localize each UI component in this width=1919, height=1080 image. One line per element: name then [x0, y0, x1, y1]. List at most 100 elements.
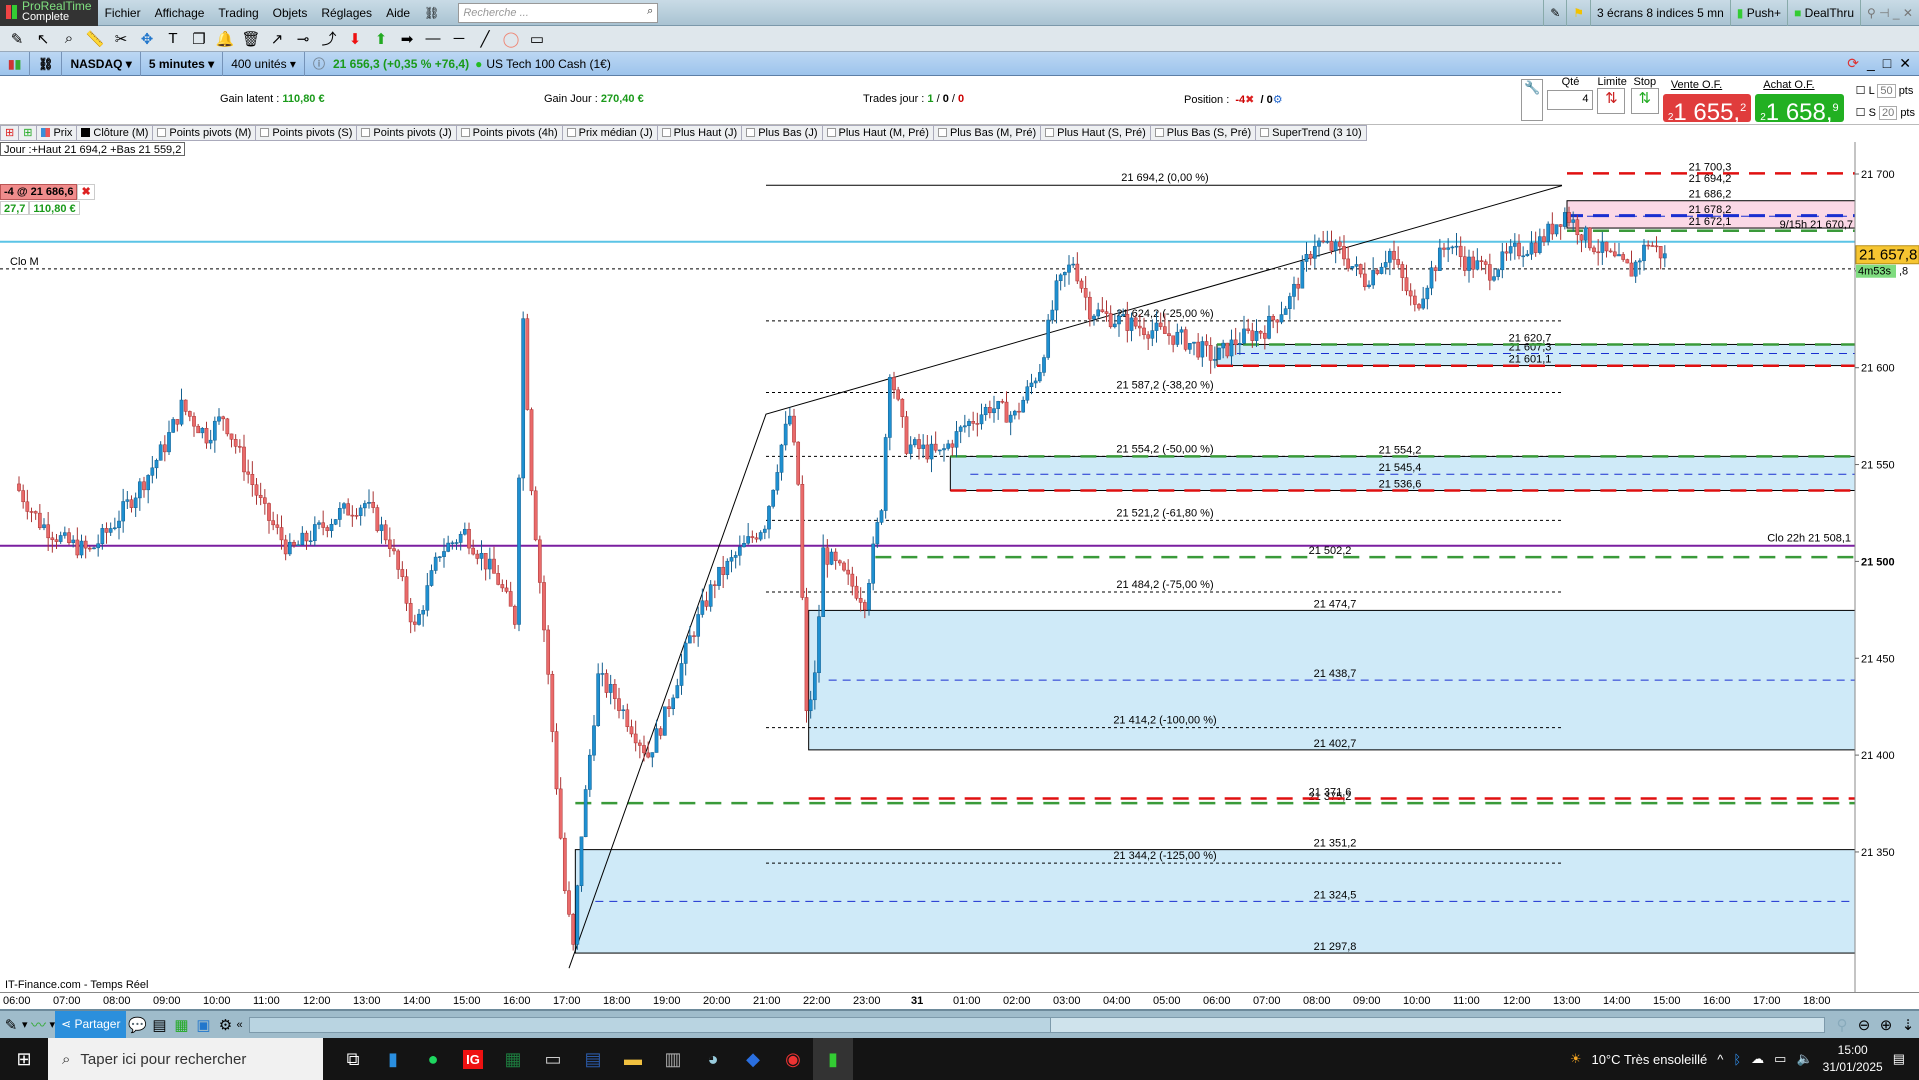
right-arrow-icon[interactable]: ➡ — [396, 28, 418, 50]
windows-start-icon[interactable]: ⊞ — [4, 1038, 44, 1080]
indicator-3[interactable]: Points pivots (S) — [256, 125, 358, 141]
info-icon[interactable]: ⓘ — [313, 55, 325, 72]
zoom-icon[interactable]: ⌕ — [58, 28, 80, 50]
search-input[interactable]: Recherche ... ⌕ — [458, 2, 659, 23]
window-controls[interactable]: ⚲ ⊣ _ ✕ — [1860, 0, 1919, 26]
line-icon[interactable]: ─ — [448, 28, 470, 50]
menu-trading[interactable]: Trading — [211, 6, 265, 20]
weather-text[interactable]: 10°C Très ensoleillé — [1591, 1052, 1707, 1067]
rectangle-icon[interactable]: ▭ — [526, 28, 548, 50]
printer-icon[interactable]: ▭ — [533, 1038, 573, 1080]
ellipse-icon[interactable]: ◯ — [500, 28, 522, 50]
indicator-0[interactable]: Prix — [37, 125, 78, 141]
report-icon[interactable]: ▤ — [148, 1014, 170, 1036]
cursor-icon[interactable]: ↖ — [32, 28, 54, 50]
indicator-9[interactable]: Plus Haut (M, Pré) — [822, 125, 934, 141]
dev-app-icon[interactable]: ◆ — [733, 1038, 773, 1080]
indicator-checkbox[interactable] — [1154, 128, 1164, 137]
sell-button[interactable]: 21 655,2 — [1662, 94, 1752, 126]
menu-affichage[interactable]: Affichage — [148, 6, 212, 20]
stop-order-button[interactable]: ⇅ — [1630, 88, 1659, 114]
minimize-icon[interactable]: _ — [1867, 55, 1875, 72]
word-icon[interactable]: ▤ — [573, 1038, 613, 1080]
sell-arrow-icon[interactable]: ⬇ — [344, 28, 366, 50]
comment-icon[interactable]: 💬 — [126, 1014, 148, 1036]
arrow-icon[interactable]: ↗ — [266, 28, 288, 50]
calculator-icon[interactable]: ▥ — [653, 1038, 693, 1080]
indicator-checkbox[interactable] — [1045, 128, 1055, 137]
workspace-button[interactable]: 3 écrans 8 indices 5 mn — [1590, 0, 1730, 26]
ig-icon[interactable]: IG — [453, 1038, 493, 1080]
indicator-checkbox[interactable] — [41, 128, 51, 137]
indicator-checkbox[interactable] — [937, 128, 947, 137]
indicator-checkbox[interactable] — [361, 128, 371, 137]
wrench-icon[interactable]: 🔧 — [1521, 79, 1544, 121]
close-position-icon[interactable]: ✖ — [1245, 94, 1254, 106]
excel-icon[interactable]: ▦ — [493, 1038, 533, 1080]
volume-icon[interactable]: 🔈 — [1796, 1051, 1812, 1067]
price-chart[interactable]: 21 474,7 21 438,7 21 402,7 21 351,2 21 324,5… — [0, 142, 1919, 992]
order-book-icon[interactable]: ▦ — [170, 1014, 192, 1036]
indicator-checkbox[interactable] — [460, 128, 470, 137]
l-pts-input[interactable]: 50 — [1877, 84, 1896, 98]
indicator-checkbox[interactable] — [157, 128, 167, 137]
maximize-icon[interactable]: □ — [1883, 55, 1891, 72]
task-view-icon[interactable]: ⧉ — [333, 1038, 373, 1080]
close-icon[interactable]: ✕ — [1899, 55, 1911, 72]
scrollbar-thumb[interactable] — [1049, 1017, 1824, 1032]
menu-aide[interactable]: Aide — [379, 6, 417, 20]
dealthru-button[interactable]: ■ DealThru — [1787, 0, 1860, 26]
l-checkbox[interactable]: ☐ — [1856, 85, 1866, 97]
draw-tools-icon[interactable]: ✎ — [1543, 0, 1566, 26]
zoom-out-icon[interactable]: ⊖ — [1853, 1014, 1875, 1036]
timeframe-select[interactable]: 5 minutes ▾ — [141, 51, 224, 76]
search-icon[interactable]: ⌕ — [647, 5, 653, 18]
limit-order-button[interactable]: ⇅ — [1597, 88, 1626, 114]
copy-icon[interactable]: ❐ — [188, 28, 210, 50]
refresh-icon[interactable]: ⟳ — [1847, 55, 1859, 72]
indicator-2[interactable]: Points pivots (M) — [153, 125, 257, 141]
menu-objets[interactable]: Objets — [266, 6, 315, 20]
ruler-icon[interactable]: 📏 — [84, 28, 106, 50]
s-pts-input[interactable]: 20 — [1879, 106, 1898, 120]
indicator-13[interactable]: SuperTrend (3 10) — [1256, 125, 1367, 141]
prorealtime-taskbar-icon[interactable]: ▮ — [813, 1038, 853, 1080]
bluetooth-icon[interactable]: ᛒ — [1733, 1052, 1741, 1067]
indicator-checkbox[interactable] — [826, 128, 836, 137]
onedrive-icon[interactable]: ☁ — [1751, 1051, 1764, 1067]
chrome-icon[interactable]: ◉ — [773, 1038, 813, 1080]
alert-bell-icon[interactable]: 🔔 — [214, 28, 236, 50]
limit-pts-row[interactable]: ☐ L 50 pts — [1856, 80, 1915, 102]
indicator-checkbox[interactable] — [566, 128, 576, 137]
notifications-icon[interactable]: ▤ — [1893, 1051, 1905, 1067]
scroll-end-icon[interactable]: ⇣ — [1897, 1014, 1919, 1036]
close-position-tag-icon[interactable]: ✖ — [77, 184, 95, 200]
spotify-icon[interactable]: ● — [413, 1038, 453, 1080]
indicator-8[interactable]: Plus Bas (J) — [742, 125, 823, 141]
indicators-icon[interactable]: 〰 — [28, 1014, 50, 1036]
units-select[interactable]: 400 unités ▾ — [223, 51, 305, 76]
link-chart-icon[interactable]: ⛓ — [30, 51, 63, 76]
indicator-6[interactable]: Prix médian (J) — [562, 125, 658, 141]
segment-icon[interactable]: ⊸ — [292, 28, 314, 50]
buy-button[interactable]: 21 658,9 — [1755, 94, 1844, 126]
move-icon[interactable]: ✥ — [136, 28, 158, 50]
tray-expand-icon[interactable]: ^ — [1717, 1052, 1723, 1067]
qty-input[interactable]: 4 — [1547, 90, 1594, 110]
weather-icon[interactable]: ☀ — [1570, 1051, 1582, 1067]
indicator-checkbox[interactable] — [1260, 128, 1270, 137]
indicator-checkbox[interactable] — [746, 128, 756, 137]
zoom-in-icon[interactable]: ⊕ — [1875, 1014, 1897, 1036]
indicator-10[interactable]: Plus Bas (M, Pré) — [933, 125, 1042, 141]
tools-icon[interactable]: ✂ — [110, 28, 132, 50]
indicator-checkbox[interactable] — [661, 128, 671, 137]
collapse-icon[interactable]: ⊞ — [0, 125, 20, 141]
instrument-select[interactable]: NASDAQ ▾ — [62, 51, 141, 76]
s-checkbox[interactable]: ☐ — [1856, 107, 1866, 119]
share-button[interactable]: ⋖ Partager — [55, 1011, 127, 1038]
text-icon[interactable]: T — [162, 28, 184, 50]
auto-zoom-icon[interactable]: ⚲ — [1831, 1014, 1853, 1036]
scroll-left-icon[interactable]: « — [236, 1019, 242, 1031]
horizontal-line-icon[interactable]: — — [422, 28, 444, 50]
diagonal-icon[interactable]: ╱ — [474, 28, 496, 50]
